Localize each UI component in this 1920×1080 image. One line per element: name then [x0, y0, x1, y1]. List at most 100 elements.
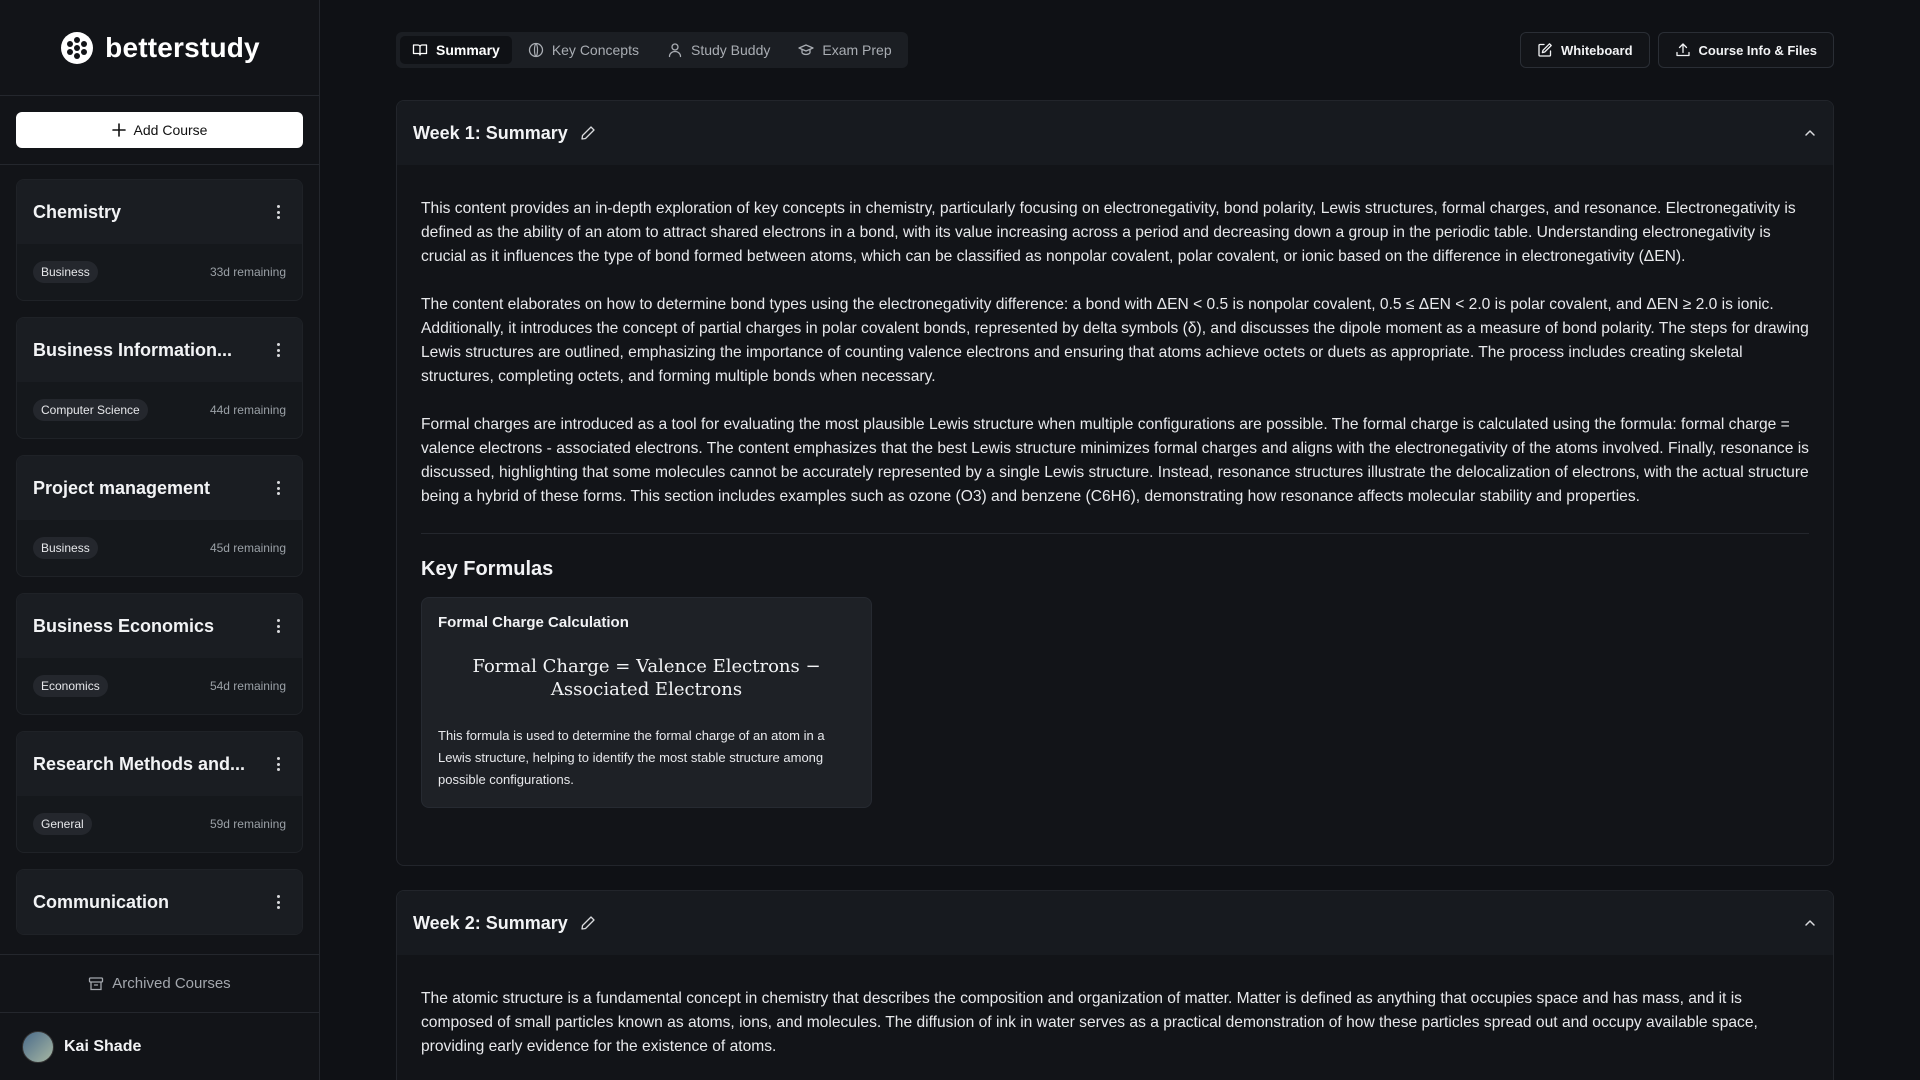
user-name: Kai Shade [64, 1037, 142, 1055]
edit-square-icon [1538, 43, 1552, 57]
pencil-icon[interactable] [580, 915, 596, 931]
week-title: Week 1: Summary [413, 122, 568, 143]
tab-study-buddy[interactable]: Study Buddy [655, 36, 782, 64]
course-card-communication[interactable]: Communication [16, 869, 303, 935]
more-options-icon[interactable] [270, 618, 286, 634]
tab-label: Study Buddy [690, 42, 771, 58]
course-card-header: Business Economics [17, 594, 302, 658]
course-card-header: Business Information... [17, 318, 302, 382]
whiteboard-label: Whiteboard [1561, 42, 1633, 58]
week-title: Week 2: Summary [413, 912, 568, 933]
more-options-icon[interactable] [270, 894, 286, 910]
course-card-footer: Business 33d remaining [17, 244, 302, 300]
formula-math: Formal Charge = Valence Electrons − Asso… [438, 655, 855, 701]
days-remaining: 59d remaining [209, 817, 286, 831]
days-remaining: 33d remaining [209, 265, 286, 279]
globe-icon [528, 42, 543, 58]
course-card-business-information[interactable]: Business Information... Computer Science… [16, 317, 303, 439]
tab-label: Exam Prep [822, 42, 892, 58]
brand[interactable]: betterstudy [0, 0, 319, 96]
more-options-icon[interactable] [270, 342, 286, 358]
key-formulas-heading: Key Formulas [421, 558, 554, 580]
book-open-icon [412, 44, 428, 56]
more-options-icon[interactable] [270, 480, 286, 496]
top-bar: Summary Key Concepts Study Buddy Exam Pr… [396, 32, 1834, 68]
course-title: Chemistry [33, 201, 122, 222]
tab-key-concepts[interactable]: Key Concepts [516, 36, 651, 64]
course-list: Chemistry Business 33d remaining Busines… [0, 165, 319, 954]
week-1-body: This content provides an in-depth explor… [397, 165, 1833, 808]
course-card-business-economics[interactable]: Business Economics Economics 54d remaini… [16, 593, 303, 715]
course-card-project-management[interactable]: Project management Business 45d remainin… [16, 455, 303, 577]
archive-icon [89, 976, 104, 990]
course-tag: Business [33, 261, 98, 283]
course-card-research-methods[interactable]: Research Methods and... General 59d rema… [16, 731, 303, 853]
course-card-footer: Computer Science 44d remaining [17, 382, 302, 438]
course-card-footer: Economics 54d remaining [17, 658, 302, 714]
formula-card: Formal Charge Calculation Formal Charge … [421, 597, 872, 808]
course-title: Business Information... [33, 339, 233, 360]
tab-exam-prep[interactable]: Exam Prep [786, 36, 903, 64]
more-options-icon[interactable] [270, 204, 286, 220]
user-profile[interactable]: Kai Shade [0, 1012, 319, 1080]
formula-description: This formula is used to determine the fo… [438, 728, 825, 787]
whiteboard-button[interactable]: Whiteboard [1520, 32, 1650, 68]
formula-name: Formal Charge Calculation [438, 614, 629, 631]
course-card-footer: General 59d remaining [17, 796, 302, 852]
week-1-card: Week 1: Summary This content provides an… [396, 100, 1834, 866]
week-title-wrap: Week 2: Summary [413, 913, 596, 934]
week-2-header[interactable]: Week 2: Summary [397, 891, 1833, 955]
course-tag: General [33, 813, 92, 835]
sidebar: betterstudy Add Course Chemistry Busines… [0, 0, 320, 1080]
header-actions: Whiteboard Course Info & Files [1520, 32, 1834, 68]
pencil-icon[interactable] [580, 125, 596, 141]
chevron-up-icon[interactable] [1803, 126, 1817, 140]
brain-logo-icon [61, 31, 94, 64]
formula-math-line: Formal Charge = Valence Electrons − [472, 656, 821, 677]
main-content: Summary Key Concepts Study Buddy Exam Pr… [396, 0, 1834, 1080]
chevron-up-icon[interactable] [1803, 916, 1817, 930]
course-title: Project management [33, 477, 211, 498]
avatar [22, 1030, 54, 1063]
week-2-body: The atomic structure is a fundamental co… [397, 955, 1833, 1059]
section-divider [421, 533, 1809, 534]
course-card-header: Communication [17, 870, 302, 934]
tab-label: Key Concepts [551, 42, 639, 58]
week-title-wrap: Week 1: Summary [413, 123, 596, 144]
archived-courses-label: Archived Courses [112, 975, 231, 992]
course-card-header: Project management [17, 456, 302, 520]
days-remaining: 54d remaining [209, 679, 286, 693]
week-2-card: Week 2: Summary The atomic structure is … [396, 890, 1834, 1080]
add-course-label: Add Course [133, 122, 208, 138]
more-options-icon[interactable] [270, 756, 286, 772]
upload-icon [1675, 43, 1690, 57]
tab-bar: Summary Key Concepts Study Buddy Exam Pr… [396, 32, 908, 68]
course-card-chemistry[interactable]: Chemistry Business 33d remaining [16, 179, 303, 301]
summary-paragraph: The content elaborates on how to determi… [421, 296, 1809, 385]
user-icon [668, 43, 682, 58]
graduation-cap-icon [798, 44, 815, 56]
course-card-header: Research Methods and... [17, 732, 302, 796]
tab-summary[interactable]: Summary [400, 36, 512, 64]
days-remaining: 45d remaining [209, 541, 286, 555]
course-title: Research Methods and... [33, 753, 246, 774]
course-info-label: Course Info & Files [1698, 42, 1817, 58]
course-tag: Business [33, 537, 98, 559]
course-title: Communication [33, 891, 170, 912]
add-course-section: Add Course [0, 96, 319, 165]
summary-paragraph: This content provides an in-depth explor… [421, 200, 1796, 265]
course-title: Business Economics [33, 615, 215, 636]
plus-icon [111, 123, 126, 137]
brand-name: betterstudy [105, 31, 260, 63]
add-course-button[interactable]: Add Course [16, 112, 303, 148]
summary-paragraph: Formal charges are introduced as a tool … [421, 416, 1809, 505]
archived-courses-link[interactable]: Archived Courses [0, 954, 319, 1012]
course-info-button[interactable]: Course Info & Files [1657, 32, 1834, 68]
week-1-header[interactable]: Week 1: Summary [397, 101, 1833, 165]
course-card-footer: Business 45d remaining [17, 520, 302, 576]
days-remaining: 44d remaining [209, 403, 286, 417]
tab-label: Summary [436, 42, 500, 58]
course-card-header: Chemistry [17, 180, 302, 244]
course-tag: Computer Science [33, 399, 148, 421]
formula-math-line: Associated Electrons [550, 679, 743, 700]
